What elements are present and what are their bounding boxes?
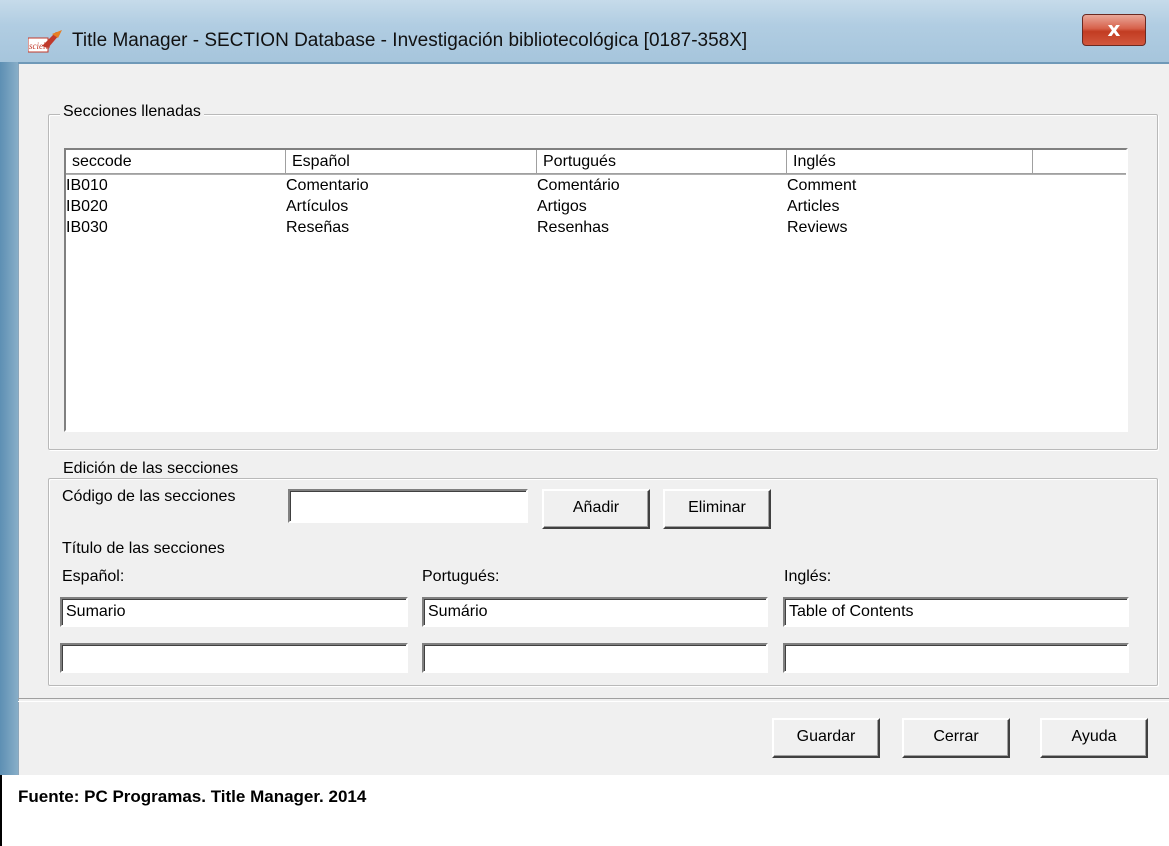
add-button[interactable]: Añadir <box>542 489 650 529</box>
delete-button[interactable]: Eliminar <box>663 489 771 529</box>
cell-english: Reviews <box>787 219 848 236</box>
english-title-field[interactable] <box>783 597 1129 627</box>
source-caption: Fuente: PC Programas. Title Manager. 201… <box>18 787 367 806</box>
cell-seccode: IB020 <box>66 198 108 215</box>
cell-seccode: IB030 <box>66 219 108 236</box>
column-header-spanish[interactable]: Español <box>286 150 537 174</box>
title-manager-window: scielo Title Manager - SECTION Database … <box>0 0 1169 775</box>
column-header-portuguese[interactable]: Portugués <box>537 150 787 174</box>
footer-separator <box>18 698 1169 702</box>
table-row[interactable]: IB030 Reseñas Resenhas Reviews <box>66 217 1126 238</box>
section-code-label: Código de las secciones <box>62 488 236 505</box>
portuguese-title-field-2[interactable] <box>422 643 768 673</box>
close-icon: x <box>1107 17 1121 41</box>
table-row[interactable]: IB020 Artículos Artigos Articles <box>66 196 1126 217</box>
edit-sections-group-label: Edición de las secciones <box>60 460 242 478</box>
sections-list[interactable]: seccode Español Portugués Inglés IB010 C… <box>64 148 1128 432</box>
spanish-title-field-2[interactable] <box>60 643 408 673</box>
save-button[interactable]: Guardar <box>772 718 880 758</box>
cell-portuguese: Artigos <box>537 198 587 215</box>
cell-spanish: Reseñas <box>286 219 350 236</box>
english-label: Inglés: <box>784 568 832 585</box>
cell-spanish: Artículos <box>286 198 349 215</box>
filled-sections-group-label: Secciones llenadas <box>60 103 204 121</box>
scielo-logo-icon: scielo <box>28 30 62 53</box>
table-row[interactable]: IB010 Comentario Comentário Comment <box>66 175 1126 196</box>
cell-portuguese: Resenhas <box>537 219 610 236</box>
sections-list-header: seccode Español Portugués Inglés <box>66 150 1126 175</box>
close-button[interactable]: x <box>1082 14 1146 46</box>
section-code-field[interactable] <box>288 489 528 523</box>
column-header-seccode[interactable]: seccode <box>66 150 286 174</box>
spanish-title-field[interactable] <box>60 597 408 627</box>
cell-spanish: Comentario <box>286 177 369 194</box>
help-button[interactable]: Ayuda <box>1040 718 1148 758</box>
portuguese-label: Portugués: <box>422 568 500 585</box>
caption-box: Fuente: PC Programas. Title Manager. 201… <box>0 775 1169 846</box>
column-header-empty <box>1033 150 1126 174</box>
section-title-label: Título de las secciones <box>62 540 225 557</box>
cell-english: Articles <box>787 198 840 215</box>
close-dialog-button[interactable]: Cerrar <box>902 718 1010 758</box>
english-title-field-2[interactable] <box>783 643 1129 673</box>
window-left-border <box>0 62 18 775</box>
spanish-label: Español: <box>62 568 125 585</box>
title-bar[interactable]: scielo Title Manager - SECTION Database … <box>0 0 1169 62</box>
portuguese-title-field[interactable] <box>422 597 768 627</box>
column-header-english[interactable]: Inglés <box>787 150 1033 174</box>
screenshot-stage: scielo Title Manager - SECTION Database … <box>0 0 1169 846</box>
cell-english: Comment <box>787 177 857 194</box>
cell-seccode: IB010 <box>66 177 108 194</box>
cell-portuguese: Comentário <box>537 177 620 194</box>
window-title: Title Manager - SECTION Database - Inves… <box>72 30 748 51</box>
